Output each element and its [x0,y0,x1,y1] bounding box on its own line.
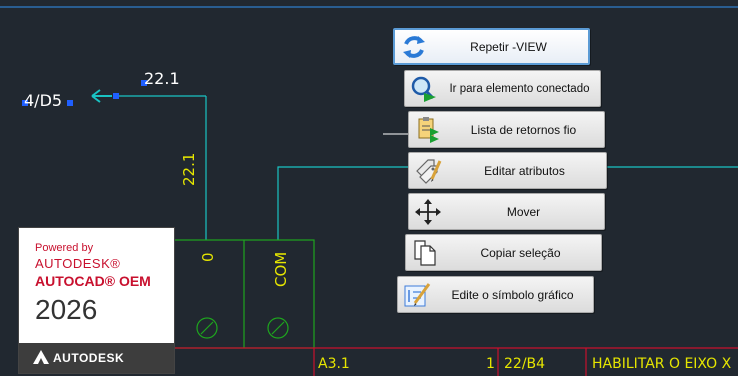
grip-point[interactable] [67,100,73,106]
title-block-1: 1 [486,356,495,372]
menu-item-label: Edite o símbolo gráfico [451,287,574,302]
title-block-22b4: 22/B4 [504,356,545,372]
title-block-description: HABILITAR O EIXO X [592,356,732,372]
autodesk-logo-icon [33,350,49,369]
badge-powered-by: Powered by [35,242,94,254]
edit-attributes-icon [413,156,443,186]
wire-list-icon [413,115,443,145]
menu-item-edit-attributes[interactable]: Editar atributos [408,152,607,189]
autocad-oem-badge: Powered by AUTODESK® AUTOCAD® OEM 2026 A… [19,228,174,373]
menu-item-label: Mover [506,204,541,219]
menu-item-copy-selection[interactable]: Copiar seleção [405,234,602,271]
badge-footer-name: AUTODESK [53,351,125,365]
terminal-label-0: 0 [199,252,217,262]
copy-icon [410,238,440,268]
connector-arrow-icon[interactable] [91,89,112,103]
menu-item-label: Ir para elemento conectado [449,82,590,95]
edit-symbol-icon [402,280,432,310]
refresh-icon [399,32,429,62]
label-wire-221-top[interactable]: 22.1 [144,69,180,88]
menu-item-label: Editar atributos [484,163,565,178]
label-4d5[interactable]: 4/D5 [24,91,62,110]
menu-item-move[interactable]: Mover [408,193,605,230]
magnifier-arrow-icon [409,74,439,104]
move-arrows-icon [413,197,443,227]
label-wire-221-vertical[interactable]: 22.1 [180,153,198,186]
badge-product: AUTOCAD® OEM [35,273,151,289]
menu-item-go-to-connected[interactable]: Ir para elemento conectado [404,70,601,107]
terminal-screw-icon[interactable] [196,317,218,339]
menu-item-edit-graphic-symbol[interactable]: Edite o símbolo gráfico [397,276,594,313]
menu-item-wire-return-list[interactable]: Lista de retornos fio [408,111,605,148]
title-block-a31: A3.1 [318,356,350,372]
menu-item-label: Copiar seleção [480,245,561,260]
menu-item-label: Lista de retornos fio [470,122,577,137]
menu-item-repeat-view[interactable]: Repetir -VIEW [393,28,590,65]
terminal-label-com: COM [272,252,290,287]
grip-point[interactable] [113,93,119,99]
terminal-screw-icon[interactable] [267,317,289,339]
menu-item-label: Repetir -VIEW [470,39,547,54]
badge-year: 2026 [35,294,98,325]
badge-autodesk: AUTODESK® [35,256,121,271]
badge-footer: AUTODESK [19,343,174,373]
